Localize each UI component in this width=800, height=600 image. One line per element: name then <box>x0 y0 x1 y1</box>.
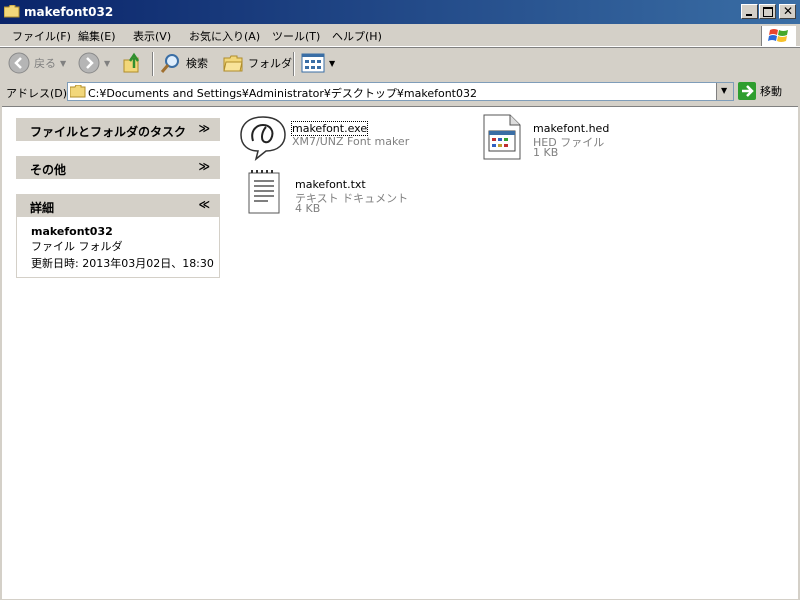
menu-favorites[interactable]: お気に入り(A) <box>189 28 260 44</box>
details-modified: 更新日時: 2013年03月02日、18:30 <box>31 257 214 270</box>
back-button[interactable]: 戻る ▼ <box>8 52 66 74</box>
file-item-txt[interactable]: makefont.txt テキスト ドキュメント 4 KB <box>246 169 426 219</box>
view-grid-icon <box>301 53 325 73</box>
menu-bar: ファイル(F) 編集(E) 表示(V) お気に入り(A) ツール(T) ヘルプ(… <box>0 24 800 47</box>
forward-arrow-icon <box>78 52 100 74</box>
menu-file[interactable]: ファイル(F) <box>12 28 71 44</box>
back-arrow-icon <box>8 52 30 74</box>
menu-edit[interactable]: 編集(E) <box>78 28 116 44</box>
explorer-window: makefont032 ✕ ファイル(F) 編集(E) 表示(V) お気に入り(… <box>0 0 800 600</box>
file-size: 4 KB <box>295 202 321 215</box>
address-dropdown-button[interactable]: ▼ <box>716 83 733 100</box>
go-arrow-icon <box>738 82 756 100</box>
generic-file-icon <box>483 114 521 160</box>
content-area: ファイルとフォルダのタスク ≫ その他 ≫ 詳細 ≪ makefont032 フ… <box>2 106 798 599</box>
text-document-icon <box>248 170 280 214</box>
windows-flag-icon <box>768 29 788 42</box>
collapse-chevron-icon[interactable]: ≪ <box>198 198 210 211</box>
menu-help[interactable]: ヘルプ(H) <box>332 28 382 44</box>
menu-tools[interactable]: ツール(T) <box>272 28 320 44</box>
title-bar[interactable]: makefont032 ✕ <box>0 0 800 24</box>
details-type: ファイル フォルダ <box>31 240 123 253</box>
forward-dropdown-icon[interactable]: ▼ <box>104 59 110 68</box>
expand-chevron-icon[interactable]: ≫ <box>198 160 210 173</box>
search-icon <box>160 54 179 73</box>
search-button[interactable]: 検索 <box>160 52 208 74</box>
toolbar: 戻る ▼ ▼ 検索 フォルダ ▼ <box>0 48 800 81</box>
address-label: アドレス(D) <box>6 87 68 100</box>
file-type: XM7/UNZ Font maker <box>292 135 410 148</box>
other-places-header[interactable]: その他 ≫ <box>16 156 220 179</box>
address-path: C:¥Documents and Settings¥Administrator¥… <box>88 87 477 100</box>
view-button[interactable]: ▼ <box>301 53 335 73</box>
back-dropdown-icon[interactable]: ▼ <box>60 59 66 68</box>
minimize-button[interactable] <box>741 4 758 19</box>
folder-icon <box>70 85 86 98</box>
close-button[interactable]: ✕ <box>779 4 796 19</box>
maximize-icon <box>763 7 773 17</box>
details-name: makefont032 <box>31 225 113 238</box>
minimize-icon <box>746 14 752 16</box>
folders-button[interactable]: フォルダ <box>222 52 292 74</box>
address-input[interactable]: C:¥Documents and Settings¥Administrator¥… <box>67 82 734 101</box>
up-folder-button[interactable] <box>122 52 144 74</box>
folder-icon <box>4 5 20 18</box>
up-folder-icon <box>123 52 140 73</box>
details-panel: makefont032 ファイル フォルダ 更新日時: 2013年03月02日、… <box>16 217 220 278</box>
file-size: 1 KB <box>533 146 559 159</box>
view-dropdown-icon[interactable]: ▼ <box>329 59 335 68</box>
folders-icon <box>223 55 243 72</box>
windows-logo <box>761 26 796 46</box>
file-item-exe[interactable]: makefont.exe XM7/UNZ Font maker <box>238 113 418 163</box>
details-header[interactable]: 詳細 ≪ <box>16 194 220 217</box>
file-folder-tasks-header[interactable]: ファイルとフォルダのタスク ≫ <box>16 118 220 141</box>
menu-view[interactable]: 表示(V) <box>133 28 171 44</box>
window-title: makefont032 <box>24 5 114 19</box>
forward-button[interactable]: ▼ <box>78 52 110 74</box>
address-bar: アドレス(D) C:¥Documents and Settings¥Admini… <box>0 80 800 104</box>
go-button[interactable]: 移動 <box>738 82 782 100</box>
close-icon: ✕ <box>783 4 794 18</box>
expand-chevron-icon[interactable]: ≫ <box>198 122 210 135</box>
font-maker-app-icon <box>240 116 286 161</box>
file-item-hed[interactable]: makefont.hed HED ファイル 1 KB <box>480 113 660 163</box>
maximize-button[interactable] <box>759 4 776 19</box>
file-name: makefont.exe <box>290 121 369 136</box>
chevron-down-icon: ▼ <box>721 86 728 95</box>
